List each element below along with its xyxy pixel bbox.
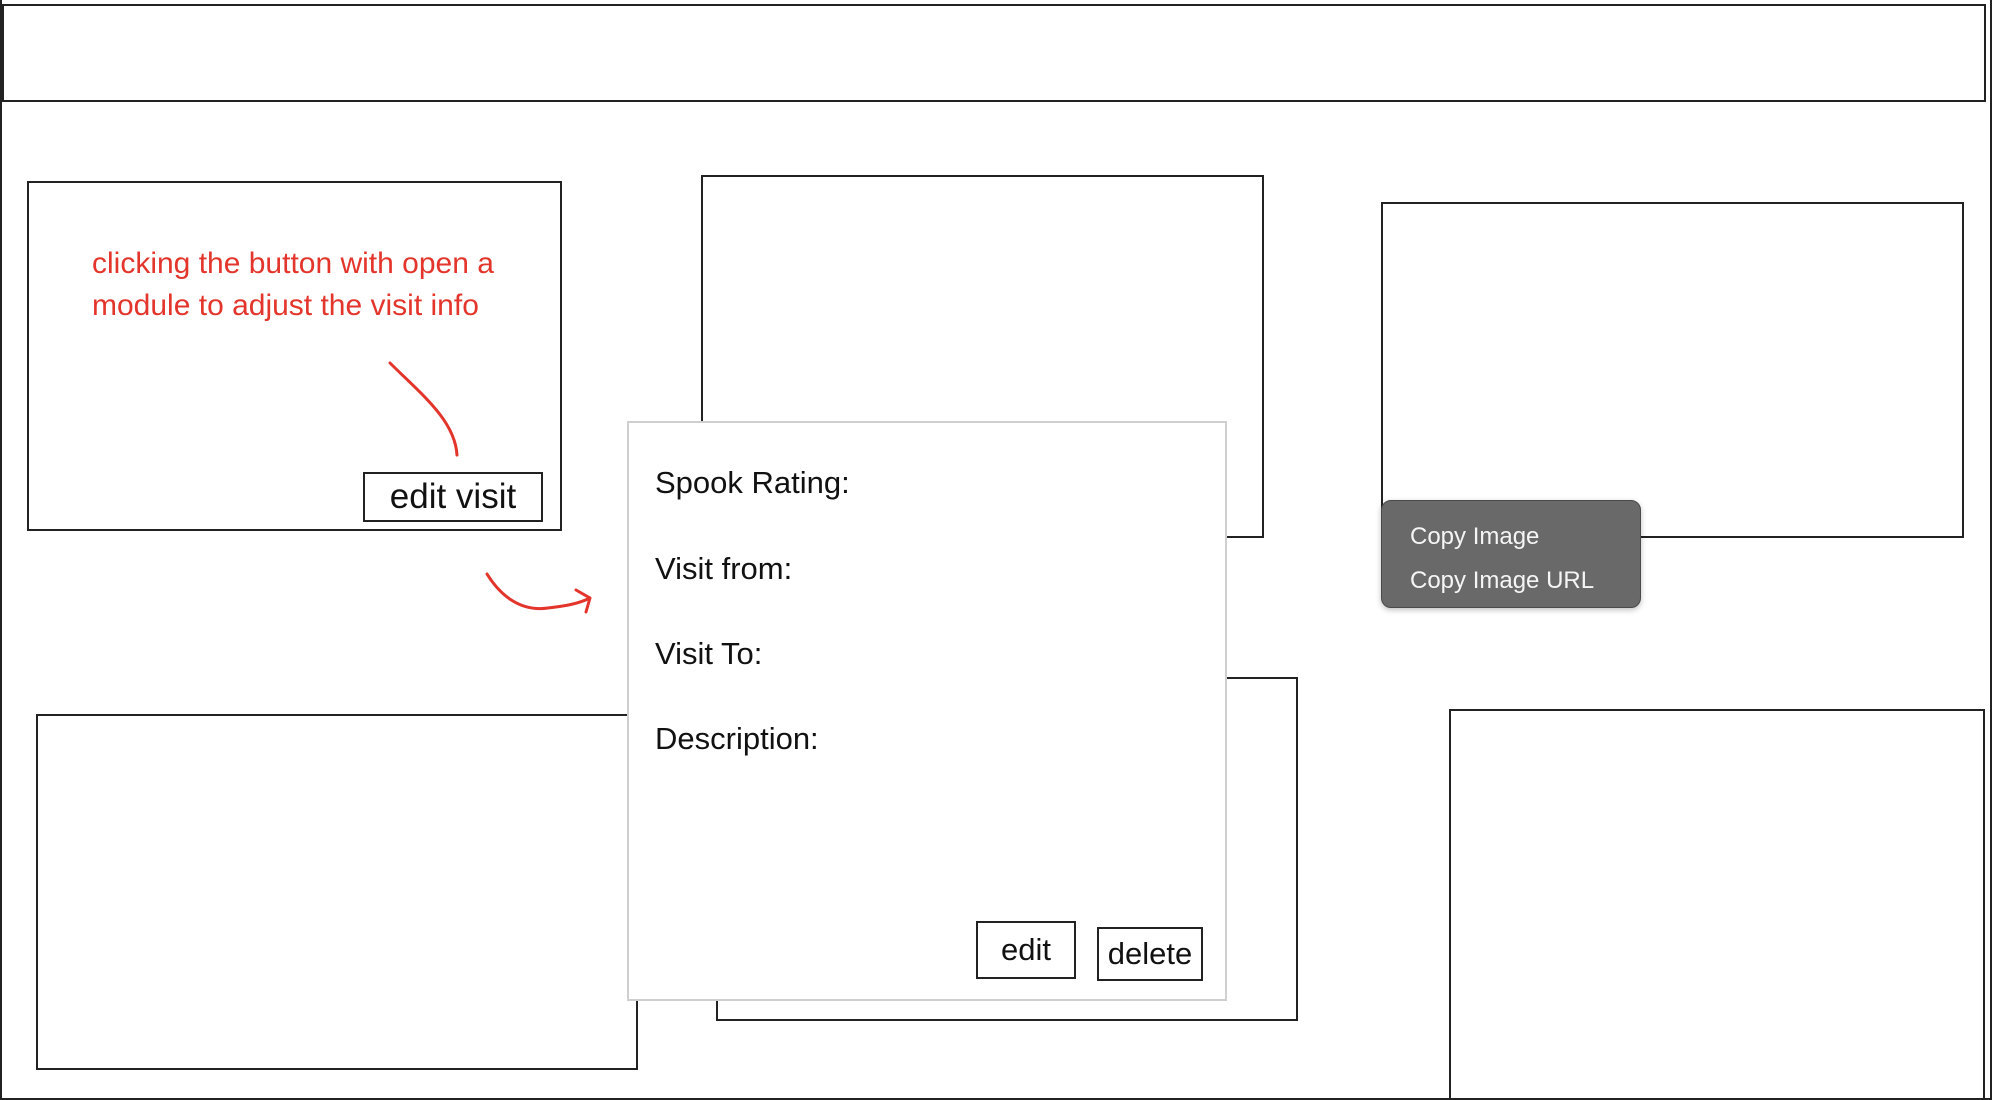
header-bar (2, 4, 1986, 102)
visit-from-label: Visit from: (655, 551, 793, 586)
visit-card (36, 714, 638, 1070)
annotation-note: clicking the button with open a module t… (92, 247, 494, 322)
menu-item-copy-image[interactable]: Copy Image (1382, 515, 1640, 559)
visit-to-label: Visit To: (655, 636, 763, 671)
edit-visit-button[interactable]: edit visit (363, 472, 543, 522)
context-menu: Copy Image Copy Image URL (1381, 500, 1641, 608)
delete-button[interactable]: delete (1097, 927, 1203, 981)
edit-visit-modal: Spook Rating: Visit from: Visit To: Desc… (627, 421, 1227, 1001)
spook-rating-label: Spook Rating: (655, 465, 850, 500)
visit-card (1381, 202, 1964, 538)
description-label: Description: (655, 721, 819, 756)
menu-item-copy-image-url[interactable]: Copy Image URL (1382, 559, 1640, 603)
edit-button[interactable]: edit (976, 921, 1076, 979)
visit-card (1449, 709, 1985, 1100)
